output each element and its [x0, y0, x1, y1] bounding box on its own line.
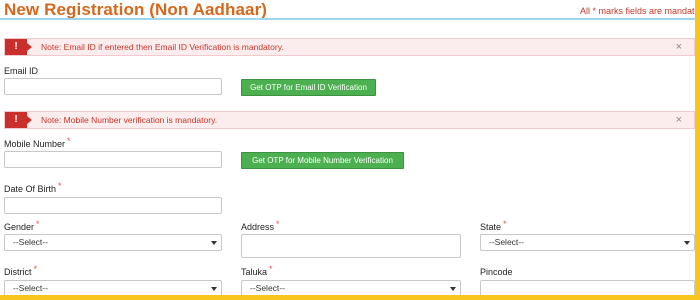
alert-badge-arrow	[27, 43, 32, 51]
title-divider	[0, 18, 695, 20]
gender-selected-value: --Select--	[13, 237, 48, 247]
get-otp-email-button[interactable]: Get OTP for Email ID Verification	[241, 79, 376, 96]
alert-message: Note: Email ID if entered then Email ID …	[41, 42, 284, 52]
date-of-birth-field[interactable]	[4, 197, 222, 214]
mobile-number-field[interactable]	[4, 151, 222, 168]
taluka-selected-value: --Select--	[250, 283, 285, 293]
state-label-text: State	[480, 222, 502, 232]
chevron-down-icon	[684, 241, 690, 245]
state-selected-value: --Select--	[489, 237, 524, 247]
dob-label-text: Date Of Birth	[4, 184, 57, 194]
district-label-text: District	[4, 267, 32, 277]
alert-exclamation-icon: !	[5, 39, 27, 55]
required-asterisk: *	[33, 264, 38, 274]
taluka-label: Taluka *	[241, 264, 273, 277]
district-select[interactable]: --Select--	[4, 280, 222, 295]
chevron-down-icon	[211, 241, 217, 245]
frame-border-bottom	[0, 295, 700, 300]
alert-badge-arrow	[27, 116, 32, 124]
gender-select[interactable]: --Select--	[4, 234, 222, 251]
alert-exclamation-icon: !	[5, 112, 27, 128]
taluka-label-text: Taluka	[241, 267, 268, 277]
address-label: Address *	[241, 219, 280, 232]
pincode-label-text: Pincode	[480, 267, 513, 277]
page-title: New Registration (Non Aadhaar)	[4, 0, 268, 19]
required-asterisk: *	[503, 219, 507, 229]
required-asterisk: *	[276, 219, 280, 229]
mandatory-fields-note: All * marks fields are mandatory	[580, 6, 695, 16]
address-label-text: Address	[241, 222, 275, 232]
alert-message: Note: Mobile Number verification is mand…	[41, 115, 218, 125]
close-icon[interactable]: ×	[676, 41, 682, 53]
required-asterisk: *	[58, 181, 62, 191]
required-asterisk: *	[36, 219, 40, 229]
email-verification-alert: ! Note: Email ID if entered then Email I…	[4, 38, 695, 56]
close-icon[interactable]: ×	[676, 114, 682, 126]
email-label-text: Email ID	[4, 66, 39, 76]
mobile-label-text: Mobile Number	[4, 139, 66, 149]
get-otp-mobile-button[interactable]: Get OTP for Mobile Number Verification	[241, 152, 404, 169]
taluka-select[interactable]: --Select--	[241, 280, 461, 295]
pincode-field[interactable]	[480, 280, 695, 295]
frame-border-right	[695, 0, 700, 300]
mobile-verification-alert: ! Note: Mobile Number verification is ma…	[4, 111, 695, 129]
required-asterisk: *	[269, 264, 273, 274]
chevron-down-icon	[211, 287, 217, 291]
email-label: Email ID	[4, 66, 38, 76]
address-textarea[interactable]	[241, 234, 461, 258]
required-asterisk: *	[67, 136, 71, 146]
district-label: District *	[4, 264, 38, 277]
chevron-down-icon	[450, 287, 456, 291]
state-label: State *	[480, 219, 507, 232]
district-selected-value: --Select--	[13, 283, 48, 293]
gender-label: Gender *	[4, 219, 40, 232]
pincode-label: Pincode	[480, 267, 513, 277]
state-select[interactable]: --Select--	[480, 234, 695, 251]
dob-label: Date Of Birth *	[4, 181, 62, 194]
registration-panel: New Registration (Non Aadhaar) All * mar…	[0, 0, 695, 295]
gender-label-text: Gender	[4, 222, 35, 232]
mobile-label: Mobile Number *	[4, 136, 71, 149]
email-field[interactable]	[4, 78, 222, 95]
